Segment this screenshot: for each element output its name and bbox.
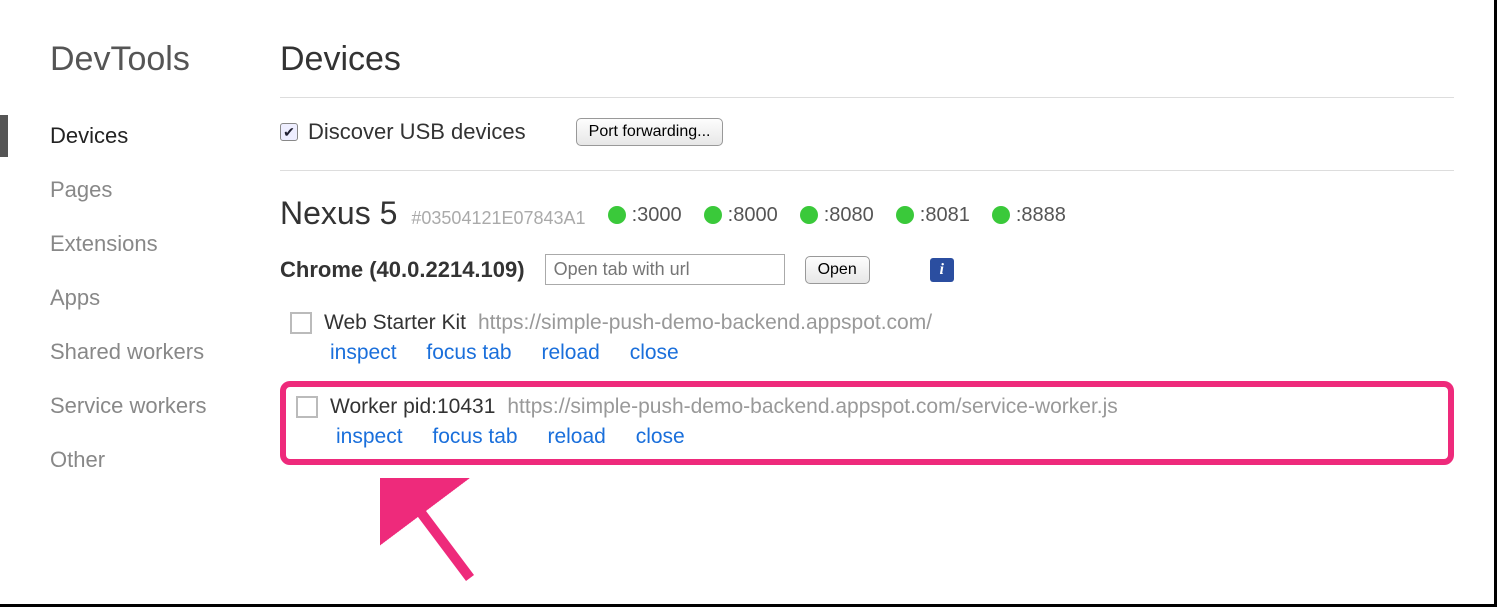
status-dot-icon [608,206,626,224]
target-url: https://simple-push-demo-backend.appspot… [507,395,1117,419]
status-dot-icon [896,206,914,224]
target-title: Worker pid:10431 [330,395,495,419]
port-label: :8000 [728,204,778,227]
status-dot-icon [992,206,1010,224]
sidebar-item-extensions[interactable]: Extensions [50,217,280,271]
port-status: :3000 [608,204,682,227]
sidebar: DevTools Devices Pages Extensions Apps S… [0,40,280,604]
reload-link[interactable]: reload [547,425,605,448]
port-label: :8080 [824,204,874,227]
focus-tab-link[interactable]: focus tab [426,341,511,364]
discover-usb-label: Discover USB devices [308,119,526,145]
port-status: :8081 [896,204,970,227]
sidebar-item-devices[interactable]: Devices [50,109,280,163]
sidebar-item-service-workers[interactable]: Service workers [50,379,280,433]
browser-row: Chrome (40.0.2214.109) Open i [280,254,1454,285]
open-button[interactable]: Open [805,256,870,284]
sidebar-item-shared-workers[interactable]: Shared workers [50,325,280,379]
inspect-target-highlighted: Worker pid:10431 https://simple-push-dem… [280,381,1454,465]
port-forwarding-button[interactable]: Port forwarding... [576,118,724,146]
main-content: Devices ✔ Discover USB devices Port forw… [280,40,1494,604]
focus-tab-link[interactable]: focus tab [432,425,517,448]
close-link[interactable]: close [630,341,679,364]
device-name: Nexus 5 [280,195,397,232]
browser-label: Chrome (40.0.2214.109) [280,257,525,283]
inspect-target: Web Starter Kit https://simple-push-demo… [280,303,1454,375]
inspect-link[interactable]: inspect [330,341,397,364]
port-label: :8081 [920,204,970,227]
port-status: :8080 [800,204,874,227]
app-title: DevTools [50,40,280,79]
target-checkbox[interactable] [296,396,318,418]
inspect-link[interactable]: inspect [336,425,403,448]
sidebar-item-apps[interactable]: Apps [50,271,280,325]
device-id: #03504121E07843A1 [411,208,585,229]
open-tab-url-input[interactable] [545,254,785,285]
status-dot-icon [704,206,722,224]
port-label: :3000 [632,204,682,227]
port-label: :8888 [1016,204,1066,227]
port-status: :8888 [992,204,1066,227]
target-checkbox[interactable] [290,312,312,334]
discover-usb-checkbox[interactable]: ✔ [280,123,298,141]
close-link[interactable]: close [636,425,685,448]
device-header: Nexus 5 #03504121E07843A1 :3000 :8000 :8… [280,195,1454,232]
sidebar-item-other[interactable]: Other [50,433,280,487]
info-icon[interactable]: i [930,258,954,282]
port-status: :8000 [704,204,778,227]
target-url: https://simple-push-demo-backend.appspot… [478,311,932,335]
sidebar-item-pages[interactable]: Pages [50,163,280,217]
status-dot-icon [800,206,818,224]
discover-row: ✔ Discover USB devices Port forwarding..… [280,118,1454,171]
page-title: Devices [280,40,1454,98]
target-title: Web Starter Kit [324,311,466,335]
reload-link[interactable]: reload [541,341,599,364]
